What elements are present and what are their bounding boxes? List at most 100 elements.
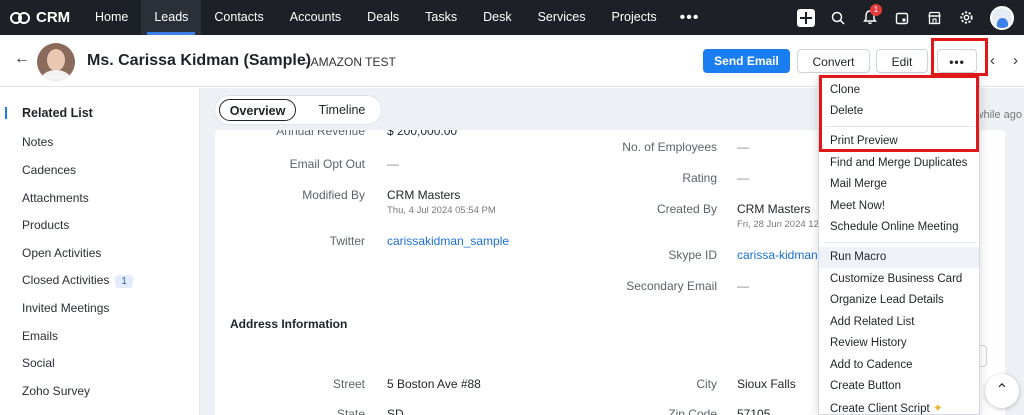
edit-button[interactable]: Edit bbox=[876, 49, 928, 73]
sidebar-item-open-activities[interactable]: Open Activities bbox=[22, 246, 101, 260]
zip-label: Zip Code bbox=[668, 407, 717, 415]
menu-item-schedule-meeting[interactable]: Schedule Online Meeting bbox=[819, 217, 979, 238]
created-time: Fri, 28 Jun 2024 12: bbox=[737, 219, 822, 230]
modified-by-name: CRM Masters bbox=[387, 188, 461, 202]
zip-value[interactable]: 57105 bbox=[737, 407, 770, 415]
menu-item-customize-business-card[interactable]: Customize Business Card bbox=[819, 269, 979, 290]
nav-tabs: Home Leads Contacts Accounts Deals Tasks… bbox=[82, 0, 709, 35]
sidebar-item-label: Closed Activities bbox=[22, 273, 110, 287]
modified-time: Thu, 4 Jul 2024 05:54 PM bbox=[387, 205, 496, 216]
annual-revenue-label: Annual Revenue bbox=[276, 130, 365, 138]
menu-item-mail-merge[interactable]: Mail Merge bbox=[819, 174, 979, 195]
marketplace-icon[interactable] bbox=[918, 0, 950, 35]
user-avatar[interactable] bbox=[990, 5, 1014, 30]
menu-item-create-button[interactable]: Create Button bbox=[819, 376, 979, 397]
related-list-sidebar: Related List Notes Cadences Attachments … bbox=[0, 88, 200, 415]
modified-by-label: Modified By bbox=[302, 188, 365, 202]
street-label: Street bbox=[332, 377, 365, 391]
sidebar-item-notes[interactable]: Notes bbox=[22, 135, 53, 149]
sidebar-item-attachments[interactable]: Attachments bbox=[22, 191, 89, 205]
menu-item-add-related-list[interactable]: Add Related List bbox=[819, 312, 979, 333]
notification-count-badge: 1 bbox=[870, 4, 882, 16]
collapse-sidebar-icon[interactable] bbox=[5, 107, 8, 119]
view-tabs: Overview Timeline bbox=[214, 95, 382, 125]
nav-more-icon[interactable]: ••• bbox=[670, 9, 710, 27]
created-by-value: CRM Masters Fri, 28 Jun 2024 12: bbox=[737, 202, 822, 230]
nav-utilities: 1 bbox=[790, 0, 1014, 35]
rating-value[interactable]: — bbox=[737, 171, 749, 185]
calendar-icon[interactable] bbox=[886, 0, 918, 35]
send-email-button[interactable]: Send Email bbox=[703, 49, 790, 73]
previous-record-icon[interactable]: ‹ bbox=[990, 52, 995, 69]
crm-brand[interactable]: CRM bbox=[10, 9, 82, 26]
menu-item-review-history[interactable]: Review History bbox=[819, 333, 979, 354]
skype-label: Skype ID bbox=[668, 248, 717, 262]
last-updated-text: while ago bbox=[975, 109, 1022, 121]
sidebar-item-emails[interactable]: Emails bbox=[22, 329, 58, 343]
rating-label: Rating bbox=[682, 171, 717, 185]
menu-item-create-client-script[interactable]: Create Client Script ✦ bbox=[819, 398, 979, 415]
menu-item-find-merge-duplicates[interactable]: Find and Merge Duplicates bbox=[819, 153, 979, 174]
menu-item-run-macro[interactable]: Run Macro bbox=[819, 247, 979, 268]
sparkle-icon: ✦ bbox=[932, 401, 943, 415]
created-by-name: CRM Masters bbox=[737, 202, 811, 216]
back-arrow-icon[interactable]: ← bbox=[14, 50, 30, 68]
nav-tab-tasks[interactable]: Tasks bbox=[412, 0, 470, 35]
record-title: Ms. Carissa Kidman (Sample) bbox=[87, 52, 312, 69]
nav-tab-leads[interactable]: Leads bbox=[141, 0, 202, 35]
nav-tab-accounts[interactable]: Accounts bbox=[277, 0, 354, 35]
nav-tab-contacts[interactable]: Contacts bbox=[201, 0, 276, 35]
tab-overview[interactable]: Overview bbox=[219, 99, 296, 121]
notifications-bell-icon[interactable]: 1 bbox=[854, 0, 886, 35]
employees-value[interactable]: — bbox=[737, 140, 749, 154]
modified-by-value: CRM Masters Thu, 4 Jul 2024 05:54 PM bbox=[387, 188, 496, 216]
sidebar-item-zoho-survey[interactable]: Zoho Survey bbox=[22, 384, 90, 398]
next-record-icon[interactable]: › bbox=[1013, 52, 1018, 69]
lead-avatar[interactable] bbox=[37, 43, 75, 81]
employees-label: No. of Employees bbox=[622, 140, 717, 154]
convert-button[interactable]: Convert bbox=[797, 49, 870, 73]
state-label: State bbox=[336, 407, 365, 415]
highlight-more-button bbox=[931, 38, 988, 76]
highlight-menu-top-items bbox=[819, 75, 979, 152]
top-nav: CRM Home Leads Contacts Accounts Deals T… bbox=[0, 0, 1024, 35]
email-opt-out-label: Email Opt Out bbox=[289, 157, 365, 171]
brand-name: CRM bbox=[36, 9, 71, 26]
email-opt-out-value[interactable]: — bbox=[387, 157, 399, 171]
record-account: - AMAZON TEST bbox=[304, 55, 396, 69]
nav-tab-deals[interactable]: Deals bbox=[354, 0, 412, 35]
menu-item-meet-now[interactable]: Meet Now! bbox=[819, 196, 979, 217]
city-value[interactable]: Sioux Falls bbox=[737, 377, 796, 391]
city-label: City bbox=[696, 377, 717, 391]
secondary-email-label: Secondary Email bbox=[626, 279, 717, 293]
sidebar-item-social[interactable]: Social bbox=[22, 356, 55, 370]
nav-tab-home[interactable]: Home bbox=[82, 0, 141, 35]
crm-logo-icon bbox=[10, 11, 32, 25]
create-new-icon[interactable] bbox=[790, 0, 822, 35]
created-by-label: Created By bbox=[656, 202, 717, 216]
sidebar-item-closed-activities[interactable]: Closed Activities 1 bbox=[22, 273, 133, 288]
sidebar-item-products[interactable]: Products bbox=[22, 218, 69, 232]
state-value[interactable]: SD bbox=[387, 407, 404, 415]
sidebar-item-cadences[interactable]: Cadences bbox=[22, 163, 76, 177]
menu-item-organize-lead-details[interactable]: Organize Lead Details bbox=[819, 290, 979, 311]
sidebar-item-invited-meetings[interactable]: Invited Meetings bbox=[22, 301, 109, 315]
nav-tab-services[interactable]: Services bbox=[525, 0, 599, 35]
settings-gear-icon[interactable] bbox=[950, 0, 982, 35]
nav-tab-projects[interactable]: Projects bbox=[599, 0, 670, 35]
nav-tab-desk[interactable]: Desk bbox=[470, 0, 524, 35]
skype-link[interactable]: carissa-kidman bbox=[737, 248, 818, 262]
secondary-email-value[interactable]: — bbox=[737, 279, 749, 293]
search-icon[interactable] bbox=[822, 0, 854, 35]
twitter-label: Twitter bbox=[329, 234, 365, 248]
scroll-to-top-button[interactable]: ⌃ bbox=[985, 374, 1019, 408]
tab-timeline[interactable]: Timeline bbox=[307, 99, 377, 121]
address-section-title: Address Information bbox=[230, 317, 348, 331]
menu-item-add-to-cadence[interactable]: Add to Cadence bbox=[819, 355, 979, 376]
menu-item-label: Create Client Script bbox=[830, 403, 930, 415]
closed-activities-count: 1 bbox=[115, 275, 133, 288]
annual-revenue-value[interactable]: $ 200,000.00 bbox=[387, 130, 457, 138]
related-list-title: Related List bbox=[22, 106, 93, 120]
street-value[interactable]: 5 Boston Ave #88 bbox=[387, 377, 481, 391]
twitter-link[interactable]: carissakidman_sample bbox=[387, 234, 509, 248]
